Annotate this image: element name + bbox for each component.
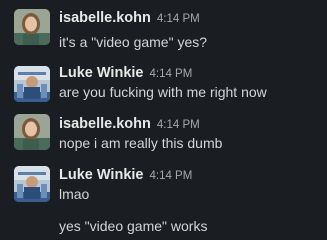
message-text: yes "video game" works bbox=[59, 218, 208, 234]
message-item: Luke Winkie 4:14 PM lmao yes "video game"… bbox=[0, 162, 327, 240]
author-name[interactable]: isabelle.kohn bbox=[59, 10, 151, 26]
message-item: Luke Winkie 4:14 PM are you fucking with … bbox=[0, 58, 327, 110]
author-name[interactable]: Luke Winkie bbox=[59, 65, 143, 81]
luke-avatar[interactable] bbox=[14, 66, 50, 102]
message-item: isabelle.kohn 4:14 PM nope i am really th… bbox=[0, 110, 327, 162]
luke-avatar[interactable] bbox=[14, 166, 50, 202]
isabelle-avatar[interactable] bbox=[14, 114, 50, 150]
message-text: lmao bbox=[59, 186, 90, 202]
timestamp[interactable]: 4:14 PM bbox=[149, 170, 192, 182]
author-name[interactable]: isabelle.kohn bbox=[59, 116, 151, 132]
timestamp[interactable]: 4:14 PM bbox=[149, 68, 192, 80]
message-text: it's a "video game" yes? bbox=[59, 34, 208, 50]
timestamp[interactable]: 4:14 PM bbox=[157, 119, 200, 131]
timestamp[interactable]: 4:14 PM bbox=[157, 13, 200, 25]
message-item: isabelle.kohn 4:14 PM it's a "video game"… bbox=[0, 0, 327, 52]
message-text: are you fucking with me right now bbox=[59, 84, 267, 100]
isabelle-avatar[interactable] bbox=[14, 9, 50, 45]
author-name[interactable]: Luke Winkie bbox=[59, 167, 143, 183]
message-text: nope i am really this dumb bbox=[59, 135, 223, 151]
